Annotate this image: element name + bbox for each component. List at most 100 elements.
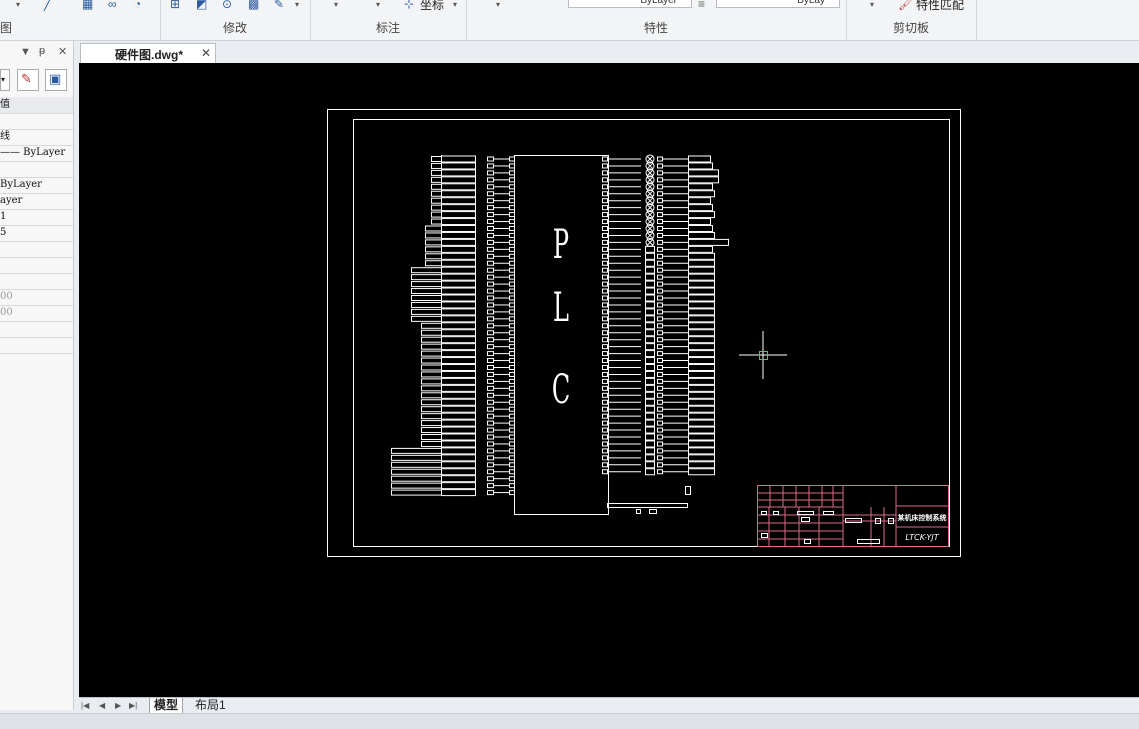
chevron-down-icon[interactable]: ▾ — [376, 0, 380, 9]
input-terminal — [488, 428, 494, 432]
line-tool-icon[interactable]: ╱ — [44, 0, 51, 11]
match-properties-label[interactable]: 特性匹配 — [916, 0, 964, 13]
input-terminal — [488, 268, 494, 272]
toggle-pickadd-button[interactable]: ✎ — [17, 69, 39, 91]
input-cable — [442, 156, 476, 162]
output-terminal — [658, 282, 663, 286]
chevron-down-icon[interactable]: ▾ — [496, 0, 500, 9]
property-row[interactable]: 00 — [0, 289, 73, 306]
chevron-down-icon[interactable]: ▾ — [334, 0, 338, 9]
input-cable — [442, 358, 476, 364]
close-icon[interactable]: ✕ — [58, 45, 67, 58]
input-terminal — [510, 178, 515, 182]
property-row[interactable]: 5 — [0, 225, 73, 242]
rotate-icon[interactable]: ⊙ — [222, 0, 232, 11]
output-coil — [646, 399, 655, 405]
property-row[interactable]: 00 — [0, 305, 73, 322]
property-row[interactable] — [0, 273, 73, 290]
input-cable — [442, 239, 476, 245]
output-terminal — [658, 317, 663, 321]
next-tab-button[interactable]: ▶ — [115, 698, 121, 713]
output-coil — [646, 441, 655, 447]
coordinate-label[interactable]: 坐标 — [420, 0, 444, 13]
property-row[interactable]: —— ByLayer — [0, 145, 73, 162]
last-tab-button[interactable]: ▶| — [129, 698, 137, 713]
edit-icon[interactable]: ✎ — [274, 0, 284, 11]
pie-icon[interactable]: ◔ — [134, 0, 141, 11]
output-terminal — [658, 157, 663, 161]
property-row[interactable] — [0, 337, 73, 354]
input-terminal — [488, 310, 494, 314]
property-row[interactable] — [0, 161, 73, 178]
output-terminal — [658, 372, 663, 376]
match-properties-icon[interactable]: 🖌 — [898, 0, 913, 11]
input-terminal — [488, 400, 494, 404]
palette-menu-button[interactable]: ▼ — [20, 46, 31, 58]
mirror-icon[interactable]: ◩ — [196, 0, 207, 11]
output-terminal — [603, 393, 608, 397]
first-tab-button[interactable]: |◀ — [81, 698, 89, 713]
property-row[interactable]: 1 — [0, 209, 73, 226]
chevron-down-icon[interactable]: ▾ — [870, 0, 874, 9]
output-load — [689, 232, 715, 238]
property-row[interactable] — [0, 321, 73, 338]
output-load — [689, 344, 715, 350]
property-row[interactable]: 线 — [0, 129, 73, 146]
output-coil — [646, 330, 655, 336]
property-row[interactable] — [0, 241, 73, 258]
output-terminal — [603, 164, 608, 168]
output-coil — [646, 462, 655, 468]
output-load — [689, 226, 713, 232]
input-cable — [442, 344, 476, 350]
copy-icon[interactable]: ⊞ — [170, 0, 180, 11]
property-row[interactable]: 值 — [0, 97, 73, 114]
circle-icon[interactable]: ∞ — [108, 0, 117, 11]
property-row[interactable]: ByLayer — [0, 177, 73, 194]
input-device — [422, 435, 442, 440]
tab-document[interactable]: 硬件图.dwg* ✕ — [80, 43, 216, 63]
pin-icon[interactable]: ᵽ — [39, 45, 45, 57]
linetype-combo[interactable]: ByLayer — [568, 0, 692, 8]
input-terminal — [510, 428, 515, 432]
select-objects-button[interactable]: ▣ — [45, 69, 67, 91]
chevron-down-icon[interactable]: ▾ — [295, 0, 299, 9]
drawing-canvas[interactable]: PLC某机床控制系统LTCK-YJT — [79, 63, 1139, 697]
input-device — [432, 219, 442, 224]
ribbon-group-label: 图 — [0, 19, 160, 36]
ribbon: ▾ ╱ ▦ ∞ ◔ 图 ⊞ ◩ ⊙ ▩ ✎ ▾ 修改 ▾ ▾ ⊹ 坐标 ▾ 标注… — [0, 0, 1139, 41]
prev-tab-button[interactable]: ◀ — [99, 698, 105, 713]
lineweight-combo[interactable]: ByLay — [716, 0, 840, 8]
property-row[interactable] — [0, 257, 73, 274]
array-icon[interactable]: ▩ — [248, 0, 259, 11]
output-terminal — [658, 206, 663, 210]
output-load — [689, 177, 719, 183]
input-device — [422, 428, 442, 433]
output-terminal — [603, 192, 608, 196]
input-terminal — [488, 247, 494, 251]
input-terminal — [510, 456, 515, 460]
region-icon[interactable]: ▦ — [82, 0, 93, 11]
input-terminal — [488, 157, 494, 161]
tab-model[interactable]: 模型 — [149, 698, 183, 714]
output-terminal — [603, 310, 608, 314]
input-terminal — [510, 338, 515, 342]
close-icon[interactable]: ✕ — [201, 46, 211, 60]
input-cable — [442, 448, 476, 454]
chevron-down-icon[interactable]: ▾ — [453, 0, 457, 9]
coordinate-icon[interactable]: ⊹ — [404, 0, 414, 11]
chevron-down-icon[interactable]: ▾ — [16, 0, 20, 9]
input-terminal — [488, 240, 494, 244]
input-cable — [442, 337, 476, 343]
input-device — [432, 205, 442, 210]
output-coil — [646, 302, 655, 308]
title-block-text-mark — [824, 512, 834, 515]
output-terminal — [603, 366, 608, 370]
output-coil — [646, 274, 655, 280]
tab-layout1[interactable]: 布局1 — [191, 698, 230, 713]
property-row[interactable]: ayer — [0, 193, 73, 210]
output-terminal — [603, 435, 608, 439]
object-type-select[interactable]: ▾ — [0, 69, 10, 91]
ribbon-group-clipboard: ▾ 🖌 特性匹配 剪切板 — [846, 0, 977, 40]
input-device — [426, 247, 442, 252]
property-row[interactable] — [0, 113, 73, 130]
